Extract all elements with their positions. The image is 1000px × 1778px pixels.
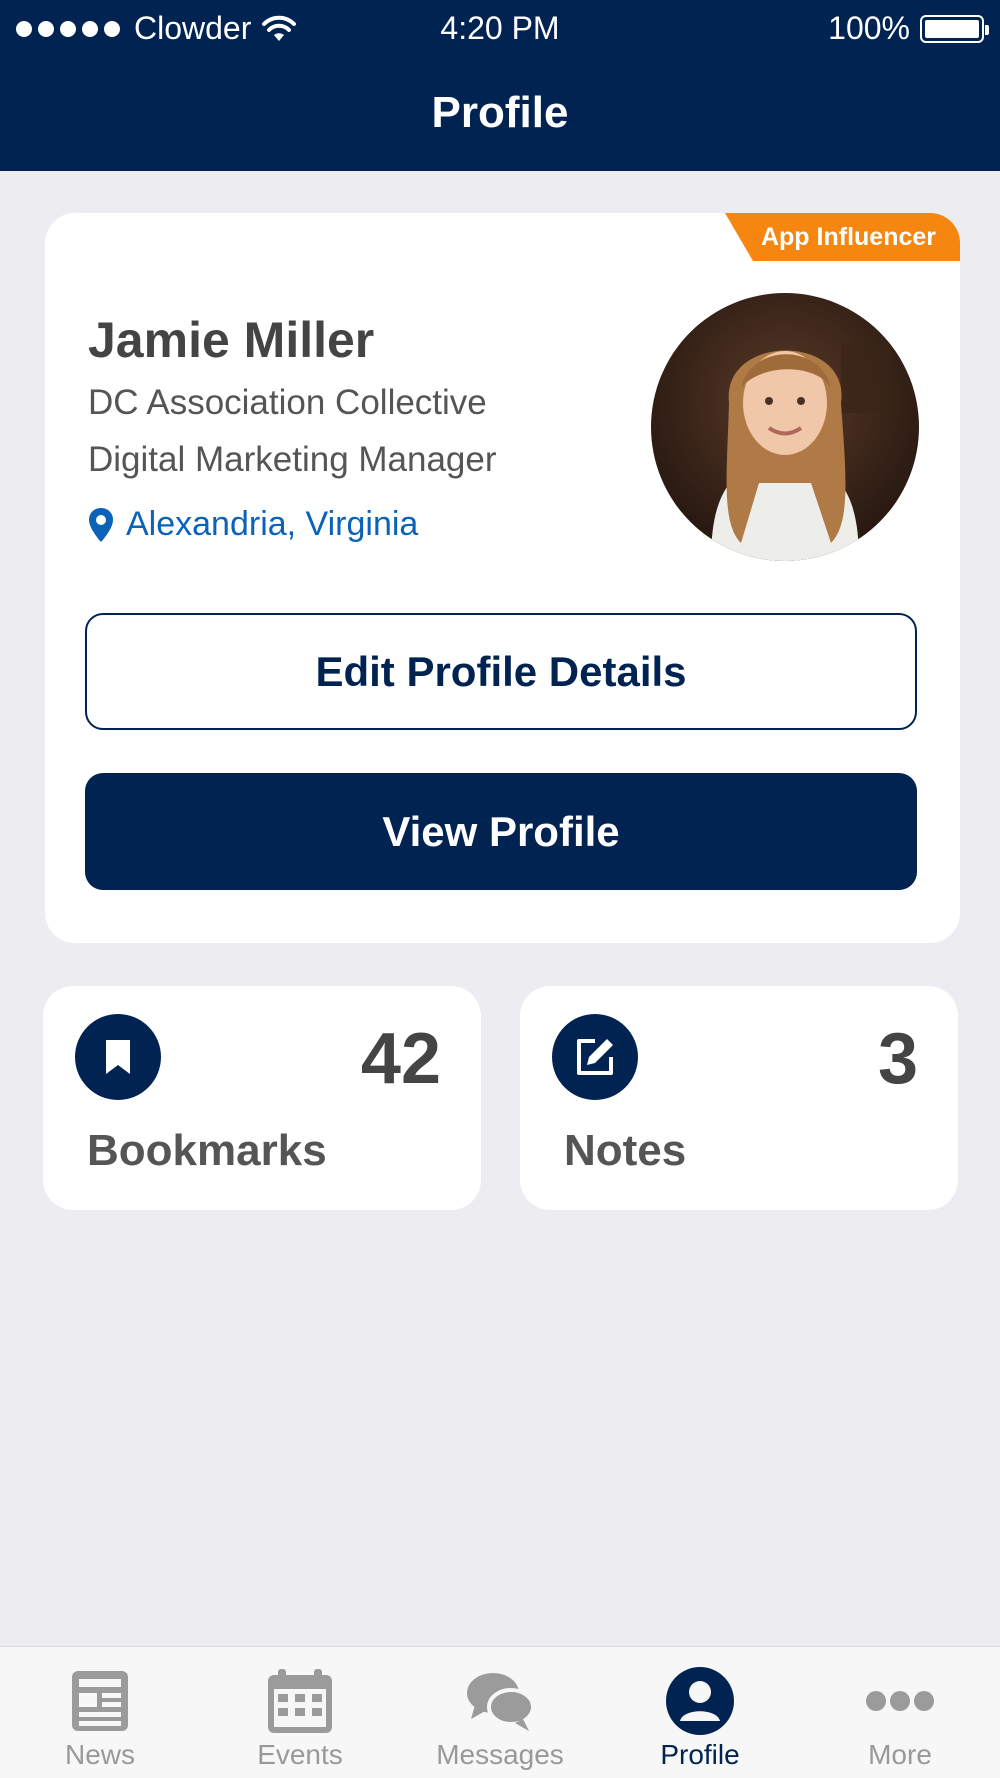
notes-card[interactable]: 3 Notes: [520, 986, 958, 1210]
profile-location[interactable]: Alexandria, Virginia: [88, 505, 418, 544]
app-header: Clowder 4:20 PM 100% Profile: [0, 0, 1000, 171]
person-icon: [660, 1663, 740, 1739]
view-profile-button[interactable]: View Profile: [85, 773, 917, 890]
bookmarks-card[interactable]: 42 Bookmarks: [43, 986, 481, 1210]
bookmark-icon: [75, 1014, 161, 1100]
tab-label: Events: [257, 1739, 343, 1770]
app-influencer-badge: App Influencer: [724, 213, 960, 261]
tab-events[interactable]: Events: [200, 1647, 400, 1778]
tab-label: News: [64, 1739, 135, 1770]
profile-organization: DC Association Collective: [88, 383, 487, 422]
edit-profile-button[interactable]: Edit Profile Details: [85, 613, 917, 730]
tab-news[interactable]: News: [0, 1647, 200, 1778]
tab-more[interactable]: More: [800, 1647, 1000, 1778]
location-text: Alexandria, Virginia: [126, 505, 419, 543]
profile-name: Jamie Miller: [88, 312, 375, 368]
tab-label: Profile: [660, 1739, 740, 1770]
tab-messages[interactable]: Messages: [400, 1647, 600, 1778]
tab-label: More: [868, 1739, 932, 1770]
news-icon: [60, 1663, 140, 1739]
notes-count: 3: [877, 1019, 918, 1099]
tab-bar: News Events Messages Profile More: [0, 1646, 1000, 1778]
bookmarks-label: Bookmarks: [87, 1126, 327, 1175]
more-icon: [860, 1663, 940, 1739]
battery-percent: 100%: [828, 10, 910, 46]
chat-bubbles-icon: [460, 1663, 540, 1739]
status-bar: Clowder 4:20 PM 100%: [0, 0, 1000, 56]
profile-role: Digital Marketing Manager: [88, 440, 497, 479]
tab-profile[interactable]: Profile: [600, 1647, 800, 1778]
calendar-icon: [260, 1663, 340, 1739]
notes-label: Notes: [564, 1126, 687, 1175]
page-title: Profile: [431, 88, 569, 137]
edit-note-icon: [552, 1014, 638, 1100]
profile-card: App Influencer Jamie Miller DC Associati…: [45, 213, 960, 943]
avatar-photo: [651, 293, 919, 561]
tab-label: Messages: [436, 1739, 564, 1770]
location-pin-icon: [89, 507, 113, 542]
avatar[interactable]: [651, 293, 919, 561]
battery-icon: [920, 14, 989, 43]
bookmarks-count: 42: [360, 1019, 441, 1099]
